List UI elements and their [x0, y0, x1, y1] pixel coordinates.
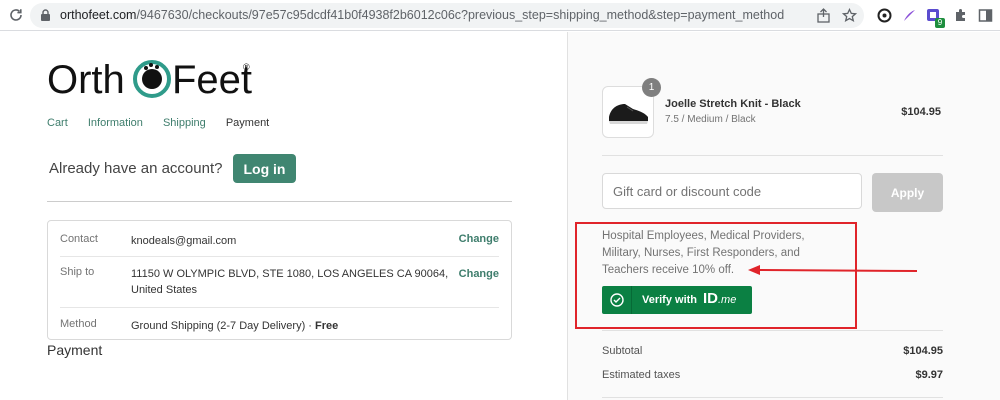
extension-icon[interactable] — [877, 8, 892, 23]
svg-text:Feet: Feet — [172, 58, 252, 100]
payment-heading: Payment — [47, 342, 103, 358]
taxes-amount: $9.97 — [915, 369, 943, 381]
button-separator — [631, 286, 632, 314]
star-icon[interactable] — [842, 8, 857, 23]
contact-label: Contact — [60, 233, 98, 245]
url-text: orthofeet.com/9467630/checkouts/97e57c95… — [60, 8, 785, 22]
svg-text:Orth: Orth — [47, 58, 125, 100]
contact-change-link[interactable]: Change — [459, 233, 499, 245]
ship-value: 11150 W OLYMPIC BLVD, STE 1080, LOS ANGE… — [131, 268, 449, 296]
check-circle-icon — [610, 293, 624, 307]
method-value: Ground Shipping (2-7 Day Delivery) · Fre… — [131, 320, 339, 332]
contact-value: knodeals@gmail.com — [131, 235, 237, 247]
idme-logo: ID.me — [703, 290, 737, 307]
extension-badge: 9 — [935, 18, 945, 28]
account-prompt: Already have an account? — [49, 160, 223, 177]
orthofeet-logo[interactable]: Orth Feet ® — [47, 58, 257, 102]
divider — [47, 201, 512, 202]
reload-icon[interactable] — [8, 7, 24, 23]
puzzle-icon[interactable] — [953, 8, 968, 23]
breadcrumb: Cart Information Shipping Payment — [47, 117, 286, 129]
discount-code-input[interactable]: Gift card or discount code — [602, 173, 862, 209]
subtotal-amount: $104.95 — [903, 345, 943, 357]
summary-divider — [602, 155, 943, 156]
apply-button[interactable]: Apply — [872, 173, 943, 212]
share-icon[interactable] — [816, 8, 831, 23]
ship-change-link[interactable]: Change — [459, 268, 499, 280]
row-divider — [60, 256, 499, 257]
method-price: Free — [315, 320, 339, 332]
taxes-label: Estimated taxes — [602, 369, 681, 381]
svg-text:®: ® — [243, 62, 250, 72]
product-name: Joelle Stretch Knit - Black — [665, 98, 801, 110]
lock-icon[interactable] — [40, 9, 51, 22]
subtotal-row: Subtotal $104.95 — [602, 345, 943, 357]
idme-button-label: Verify with — [642, 294, 698, 306]
breadcrumb-information[interactable]: Information — [88, 117, 143, 129]
breadcrumb-payment: Payment — [225, 117, 270, 129]
summary-divider — [602, 330, 943, 331]
taxes-row: Estimated taxes $9.97 — [602, 369, 943, 381]
order-summary: 1 Joelle Stretch Knit - Black 7.5 / Medi… — [567, 32, 1000, 400]
logo-graphic: Orth Feet ® — [47, 58, 252, 102]
annotation-arrow — [748, 265, 918, 275]
browser-toolbar: orthofeet.com/9467630/checkouts/97e57c95… — [0, 0, 1000, 31]
product-price: $104.95 — [901, 106, 941, 118]
ship-label: Ship to — [60, 266, 95, 278]
row-divider — [60, 307, 499, 308]
breadcrumb-cart[interactable]: Cart — [47, 117, 68, 129]
subtotal-label: Subtotal — [602, 345, 643, 357]
address-bar[interactable]: orthofeet.com/9467630/checkouts/97e57c95… — [30, 3, 864, 28]
summary-divider — [602, 397, 943, 398]
breadcrumb-shipping[interactable]: Shipping — [163, 117, 206, 129]
feather-extension-icon[interactable] — [902, 8, 917, 23]
method-label: Method — [60, 318, 97, 330]
idme-verify-button[interactable]: Verify with ID.me — [602, 286, 752, 314]
review-block: Contact knodeals@gmail.com Change Ship t… — [47, 220, 512, 340]
sidepanel-icon[interactable] — [978, 8, 993, 23]
quantity-badge: 1 — [642, 78, 661, 97]
login-button[interactable]: Log in — [233, 154, 296, 183]
product-variant: 7.5 / Medium / Black — [665, 114, 756, 125]
